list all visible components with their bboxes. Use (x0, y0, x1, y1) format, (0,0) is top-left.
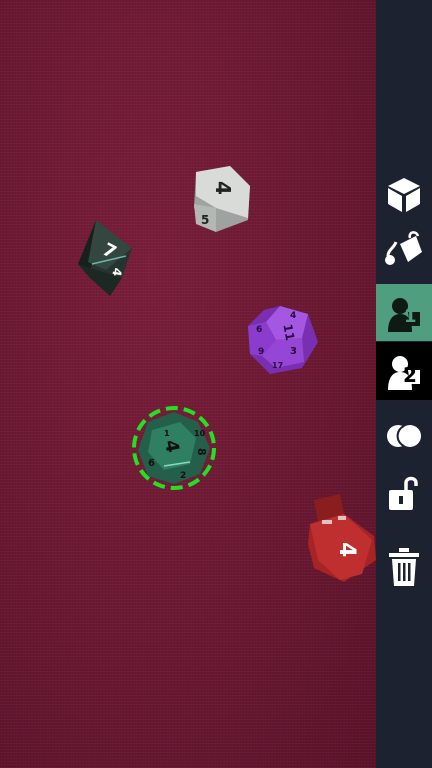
unlock-icon (389, 476, 418, 510)
die-d6-grey-top-face: 4 (211, 181, 235, 195)
die-d6-red-top-face: 4 (334, 542, 359, 557)
add-die-button[interactable] (376, 170, 432, 220)
player-1-icon: 1 (388, 297, 420, 332)
cube-icon (388, 178, 420, 212)
trash-icon (389, 548, 419, 586)
die-d12-green-face-6: 10 (194, 429, 206, 438)
die-d12-purple[interactable]: 11 4 3 9 6 17 (246, 304, 320, 376)
paint-color-button[interactable] (376, 224, 432, 274)
die-d12-purple-face-1: 11 (280, 323, 297, 342)
player-2-icon: 2 (388, 356, 420, 390)
die-d12-green-face-3: 6 (148, 458, 155, 469)
die-d12-purple-face-5: 6 (256, 325, 262, 335)
moon-icon (387, 425, 421, 447)
die-d12-purple-face-4: 9 (258, 347, 264, 357)
tool-sidebar: 1 2 (376, 0, 432, 768)
die-d6-grey-side-face: 5 (201, 213, 209, 227)
die-d12-green-face-4: 2 (180, 471, 186, 481)
die-d6-grey[interactable]: 4 5 (190, 162, 252, 236)
die-d12-purple-face-2: 4 (290, 311, 296, 321)
player-1-label: 1 (404, 306, 417, 327)
dice-table[interactable]: 7 4 4 5 11 4 3 9 6 17 4 8 6 2 1 10 4 (0, 0, 376, 768)
die-d6-red[interactable]: 4 (300, 494, 378, 586)
player-2-button[interactable]: 2 (376, 342, 432, 400)
player-1-button[interactable]: 1 (376, 284, 432, 341)
toggle-theme-button[interactable] (376, 414, 432, 458)
paint-bucket-icon (385, 231, 422, 265)
player-2-label: 2 (403, 363, 417, 387)
die-d12-green-face-2: 8 (195, 448, 208, 456)
die-d12-green-selected[interactable]: 4 8 6 2 1 10 (130, 404, 220, 494)
die-d12-purple-face-3: 3 (290, 346, 297, 357)
unlock-button[interactable] (376, 470, 432, 516)
delete-button[interactable] (376, 544, 432, 590)
die-d12-purple-face-6: 17 (272, 361, 283, 370)
die-d8-dark[interactable]: 7 4 (74, 218, 136, 298)
die-d12-green-face-5: 1 (164, 429, 170, 438)
